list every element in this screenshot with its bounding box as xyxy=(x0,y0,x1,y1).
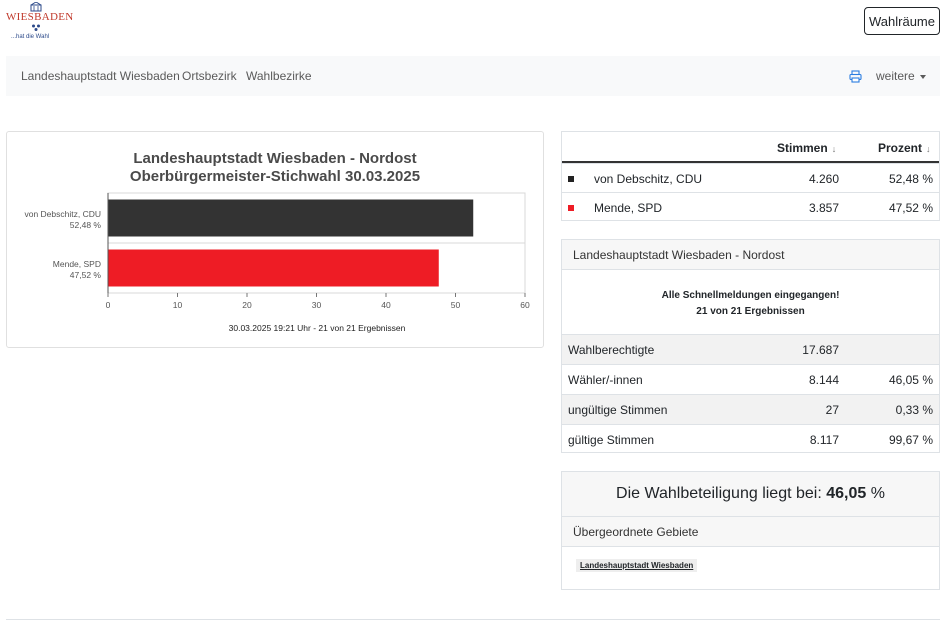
navbar: Landeshauptstadt Wiesbaden Ortsbezirk Wa… xyxy=(6,56,940,96)
stat-row-ungueltige: ungültige Stimmen 27 0,33 % xyxy=(562,394,939,424)
notice-line-1: Alle Schnellmeldungen eingegangen! xyxy=(661,290,840,301)
parent-areas-title: Übergeordnete Gebiete xyxy=(573,525,699,539)
parent-areas-header: Übergeordnete Gebiete xyxy=(562,517,939,547)
more-dropdown[interactable]: weitere xyxy=(876,69,926,83)
column-header-votes[interactable]: Stimmen ↓ xyxy=(777,141,836,155)
nav-link-ortsbezirk[interactable]: Ortsbezirk xyxy=(182,69,237,83)
chart-footer: 30.03.2025 19:21 Uhr - 21 von 21 Ergebni… xyxy=(229,323,406,333)
x-tick-label: 30 xyxy=(312,300,322,310)
stat-percent: 0,33 % xyxy=(895,403,933,417)
results-table: Stimmen ↓ Prozent ↓ von Debschitz, CDU 4.2… xyxy=(561,131,940,221)
stat-percent: 46,05 % xyxy=(888,373,933,387)
wahlraeume-button[interactable]: Wahlräume xyxy=(864,7,940,35)
column-header-percent[interactable]: Prozent ↓ xyxy=(878,141,931,155)
x-tick-label: 50 xyxy=(451,300,461,310)
status-notice: Alle Schnellmeldungen eingegangen! 21 vo… xyxy=(562,288,939,320)
summary-card: Landeshauptstadt Wiesbaden - Nordost All… xyxy=(561,239,940,453)
table-row: Mende, SPD 3.857 47,52 % xyxy=(562,192,939,221)
caret-down-icon xyxy=(919,74,926,79)
stat-row-waehler: Wähler/-innen 8.144 46,05 % xyxy=(562,364,939,394)
percent-header-label: Prozent xyxy=(878,141,923,155)
category-percent-label: 47,52 % xyxy=(70,270,102,280)
x-tick-label: 10 xyxy=(173,300,183,310)
printer-icon[interactable] xyxy=(849,70,862,83)
stat-label: gültige Stimmen xyxy=(568,433,655,447)
color-square-icon xyxy=(568,176,574,182)
votes-header-label: Stimmen xyxy=(777,141,828,155)
stat-row-gueltige: gültige Stimmen 8.117 99,67 % xyxy=(562,424,939,454)
turnout-card: Die Wahlbeteiligung liegt bei: 46,05 % Ü… xyxy=(561,471,940,590)
stat-value: 8.117 xyxy=(809,433,839,447)
turnout-suffix: % xyxy=(870,485,885,502)
nav-link-landeshauptstadt[interactable]: Landeshauptstadt Wiesbaden xyxy=(21,69,180,83)
stat-value: 17.687 xyxy=(802,343,839,357)
bar-chart: Landeshauptstadt Wiesbaden - Nordost Obe… xyxy=(24,150,530,333)
candidate-name: Mende, SPD xyxy=(594,201,663,215)
category-percent-label: 52,48 % xyxy=(70,220,102,230)
fleur-icon xyxy=(32,24,40,31)
x-tick-label: 0 xyxy=(106,300,111,310)
sort-arrow-icon: ↓ xyxy=(831,144,837,154)
bar-1 xyxy=(108,199,474,237)
summary-title: Landeshauptstadt Wiesbaden - Nordost xyxy=(573,248,785,262)
chart-title: Landeshauptstadt Wiesbaden - Nordost xyxy=(133,150,416,167)
candidate-votes: 4.260 xyxy=(808,172,839,186)
stat-value: 27 xyxy=(825,403,839,417)
sort-arrow-icon: ↓ xyxy=(926,144,931,154)
color-square-icon xyxy=(568,205,574,211)
x-tick-label: 40 xyxy=(381,300,391,310)
table-row: von Debschitz, CDU 4.260 52,48 % xyxy=(562,163,939,192)
candidate-percent: 47,52 % xyxy=(888,201,933,215)
chart-subtitle: Oberbürgermeister-Stichwahl 30.03.2025 xyxy=(130,168,420,185)
logo-tagline: ...hat die Wahl xyxy=(11,34,50,40)
turnout-banner: Die Wahlbeteiligung liegt bei: 46,05 % xyxy=(562,472,939,517)
stat-label: Wahlberechtigte xyxy=(568,343,655,357)
stat-value: 8.144 xyxy=(808,373,839,387)
footer-divider xyxy=(6,619,940,620)
category-label: von Debschitz, CDU xyxy=(24,209,101,219)
summary-header: Landeshauptstadt Wiesbaden - Nordost xyxy=(562,240,939,270)
candidate-votes: 3.857 xyxy=(808,201,839,215)
x-tick-label: 60 xyxy=(520,300,530,310)
notice-line-2: 21 von 21 Ergebnissen xyxy=(696,306,805,317)
x-tick-label: 20 xyxy=(242,300,252,310)
wiesbaden-logo[interactable]: WIESBADEN ...hat die Wahl xyxy=(6,2,73,42)
stat-row-wahlberechtigte: Wahlberechtigte 17.687 xyxy=(562,334,939,364)
logo-text: WIESBADEN xyxy=(6,11,74,23)
parent-area-link[interactable]: Landeshauptstadt Wiesbaden xyxy=(576,559,698,572)
turnout-value: 46,05 xyxy=(826,485,867,502)
chart-card: Landeshauptstadt Wiesbaden - Nordost Obe… xyxy=(6,131,544,348)
stat-percent: 99,67 % xyxy=(888,433,933,447)
candidate-name: von Debschitz, CDU xyxy=(594,172,703,186)
more-label: weitere xyxy=(876,69,915,83)
nav-link-wahlbezirke[interactable]: Wahlbezirke xyxy=(246,69,312,83)
bar-2 xyxy=(108,249,439,287)
candidate-percent: 52,48 % xyxy=(888,172,933,186)
stat-label: ungültige Stimmen xyxy=(568,403,668,417)
turnout-prefix: Die Wahlbeteiligung liegt bei: xyxy=(616,485,822,502)
stat-label: Wähler/-innen xyxy=(568,373,643,387)
category-label: Mende, SPD xyxy=(53,259,101,269)
